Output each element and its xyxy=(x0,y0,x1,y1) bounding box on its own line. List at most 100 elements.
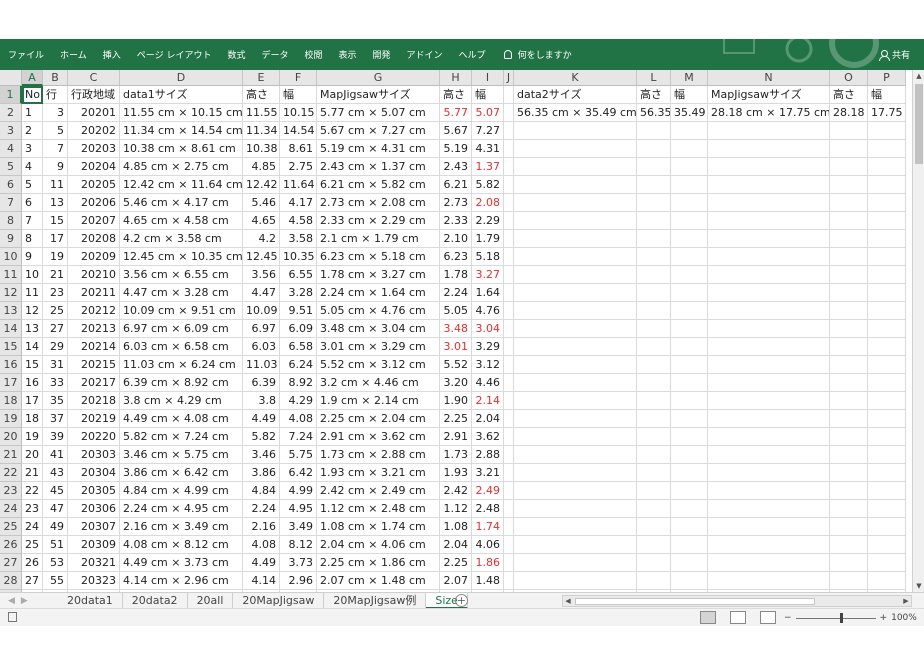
table-cell[interactable]: 4.65 cm × 4.58 cm xyxy=(120,212,243,230)
column-header[interactable]: G xyxy=(317,70,440,86)
table-cell[interactable]: 9 xyxy=(22,248,43,266)
table-cell[interactable]: 3.8 cm × 4.29 cm xyxy=(120,392,243,410)
table-cell[interactable]: 56.35 cm × 35.49 cm xyxy=(514,104,637,122)
table-cell[interactable]: 6.97 cm × 6.09 cm xyxy=(120,320,243,338)
table-cell[interactable] xyxy=(830,536,868,554)
column-header[interactable]: K xyxy=(514,70,637,86)
row-header[interactable]: 26 xyxy=(0,536,22,554)
table-cell[interactable]: 9.51 xyxy=(280,302,317,320)
table-cell[interactable] xyxy=(671,572,708,590)
table-cell[interactable]: 4.08 xyxy=(280,410,317,428)
table-cell[interactable] xyxy=(830,410,868,428)
table-cell[interactable] xyxy=(637,536,671,554)
table-cell[interactable] xyxy=(637,320,671,338)
table-cell[interactable] xyxy=(504,302,514,320)
header-cell[interactable] xyxy=(504,86,514,104)
table-cell[interactable] xyxy=(637,446,671,464)
table-cell[interactable]: 2.48 xyxy=(472,500,504,518)
table-cell[interactable]: 8 xyxy=(22,230,43,248)
ribbon-tab[interactable]: 数式 xyxy=(219,48,253,61)
table-cell[interactable]: 2.25 xyxy=(440,410,472,428)
table-cell[interactable]: 20210 xyxy=(68,266,120,284)
table-cell[interactable] xyxy=(671,482,708,500)
table-cell[interactable]: 6.21 xyxy=(440,176,472,194)
table-cell[interactable]: 1.9 cm × 2.14 cm xyxy=(317,392,440,410)
table-cell[interactable]: 15 xyxy=(43,212,68,230)
table-cell[interactable] xyxy=(868,428,906,446)
table-cell[interactable]: 35.49 xyxy=(671,104,708,122)
table-cell[interactable]: 20321 xyxy=(68,554,120,572)
table-cell[interactable]: 3 xyxy=(22,140,43,158)
table-cell[interactable]: 20211 xyxy=(68,284,120,302)
table-cell[interactable]: 55 xyxy=(43,572,68,590)
table-cell[interactable] xyxy=(868,482,906,500)
table-cell[interactable]: 1.93 cm × 3.21 cm xyxy=(317,464,440,482)
table-cell[interactable] xyxy=(671,212,708,230)
table-cell[interactable] xyxy=(868,356,906,374)
table-cell[interactable]: 14 xyxy=(22,338,43,356)
table-cell[interactable]: 2.75 xyxy=(280,158,317,176)
table-cell[interactable]: 12.45 xyxy=(243,248,280,266)
table-cell[interactable]: 20214 xyxy=(68,338,120,356)
table-cell[interactable]: 1.08 xyxy=(440,518,472,536)
ribbon-tab[interactable]: ヘルプ xyxy=(451,48,494,61)
table-cell[interactable] xyxy=(504,464,514,482)
table-cell[interactable]: 5.05 cm × 4.76 cm xyxy=(317,302,440,320)
column-header[interactable]: I xyxy=(472,70,504,86)
table-cell[interactable]: 2.08 xyxy=(472,194,504,212)
table-cell[interactable] xyxy=(830,518,868,536)
table-cell[interactable]: 6.21 cm × 5.82 cm xyxy=(317,176,440,194)
table-cell[interactable] xyxy=(504,320,514,338)
table-cell[interactable]: 4.58 xyxy=(280,212,317,230)
table-cell[interactable] xyxy=(504,104,514,122)
table-cell[interactable]: 5.67 cm × 7.27 cm xyxy=(317,122,440,140)
table-cell[interactable] xyxy=(504,446,514,464)
table-cell[interactable]: 8.12 xyxy=(280,536,317,554)
table-cell[interactable]: 2.49 xyxy=(472,482,504,500)
table-cell[interactable]: 3.62 xyxy=(472,428,504,446)
table-cell[interactable] xyxy=(708,464,830,482)
table-cell[interactable]: 8.61 xyxy=(280,140,317,158)
table-cell[interactable]: 2.14 xyxy=(472,392,504,410)
table-cell[interactable]: 15 xyxy=(22,356,43,374)
table-cell[interactable]: 5 xyxy=(22,176,43,194)
table-cell[interactable] xyxy=(708,212,830,230)
table-cell[interactable] xyxy=(708,194,830,212)
table-cell[interactable] xyxy=(671,356,708,374)
table-cell[interactable] xyxy=(637,482,671,500)
table-cell[interactable]: 7 xyxy=(43,140,68,158)
sheet-tab[interactable]: 20data1 xyxy=(58,593,123,609)
table-cell[interactable]: 21 xyxy=(22,464,43,482)
table-cell[interactable] xyxy=(504,194,514,212)
table-cell[interactable]: 20212 xyxy=(68,302,120,320)
table-cell[interactable] xyxy=(671,338,708,356)
header-cell[interactable]: 幅 xyxy=(868,86,906,104)
table-cell[interactable]: 4.49 cm × 3.73 cm xyxy=(120,554,243,572)
table-cell[interactable] xyxy=(708,230,830,248)
table-cell[interactable]: 2.10 xyxy=(440,230,472,248)
table-cell[interactable]: 20 xyxy=(22,446,43,464)
table-cell[interactable] xyxy=(868,374,906,392)
page-break-view-icon[interactable] xyxy=(760,611,776,624)
table-cell[interactable] xyxy=(637,338,671,356)
table-cell[interactable] xyxy=(637,428,671,446)
table-cell[interactable] xyxy=(637,140,671,158)
table-cell[interactable] xyxy=(830,302,868,320)
column-header[interactable]: F xyxy=(280,70,317,86)
table-cell[interactable]: 23 xyxy=(43,284,68,302)
table-cell[interactable] xyxy=(504,230,514,248)
table-cell[interactable]: 4.2 cm × 3.58 cm xyxy=(120,230,243,248)
ribbon-tab[interactable]: ページ レイアウト xyxy=(129,48,220,61)
table-cell[interactable] xyxy=(671,248,708,266)
share-button[interactable]: 共有 xyxy=(878,39,910,70)
table-cell[interactable] xyxy=(637,194,671,212)
table-cell[interactable]: 6.03 cm × 6.58 cm xyxy=(120,338,243,356)
table-cell[interactable]: 20307 xyxy=(68,518,120,536)
table-cell[interactable]: 2.24 xyxy=(243,500,280,518)
table-cell[interactable] xyxy=(830,194,868,212)
table-cell[interactable] xyxy=(830,122,868,140)
table-cell[interactable]: 12 xyxy=(22,302,43,320)
spreadsheet-grid[interactable]: A B C D E F G H I J K L M N O P 1 2 3 4 5 6 7 8 9 10 11 12 13 14 15 16 1… xyxy=(0,70,912,592)
table-cell[interactable]: 31 xyxy=(43,356,68,374)
table-cell[interactable]: 20304 xyxy=(68,464,120,482)
